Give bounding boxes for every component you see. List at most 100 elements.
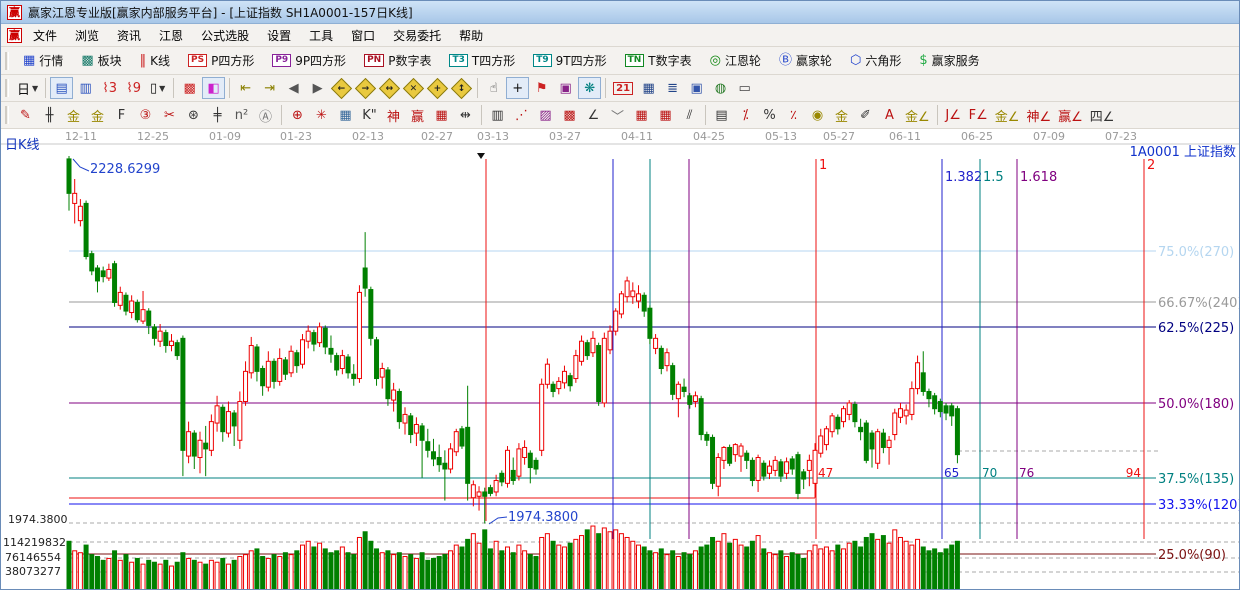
shen-angle-icon[interactable]: 神∠: [1023, 104, 1054, 126]
red-grid2-icon[interactable]: ▦: [654, 104, 677, 126]
gold-angle-icon[interactable]: 金∠: [992, 104, 1023, 126]
candle-style-selector[interactable]: ▯▼: [146, 77, 169, 99]
hand-tool-icon[interactable]: ☝: [482, 77, 505, 99]
p-square-button[interactable]: PSP四方形: [180, 49, 262, 72]
pattern-icon[interactable]: ▩: [178, 77, 201, 99]
spiral3-icon[interactable]: ③: [134, 104, 157, 126]
knife-tool-icon[interactable]: ✎: [14, 104, 37, 126]
gold-angle2-icon[interactable]: 金∠: [902, 104, 933, 126]
menu-7[interactable]: 窗口: [342, 25, 384, 46]
prev-page-icon[interactable]: ◀: [282, 77, 305, 99]
gann-bars-icon[interactable]: ▤: [710, 104, 733, 126]
red-grid-icon[interactable]: ▦: [630, 104, 653, 126]
p-number-table-button[interactable]: PNP数字表: [356, 49, 439, 72]
printer-icon[interactable]: ▭: [733, 77, 756, 99]
grid-target-icon[interactable]: ▦: [334, 104, 357, 126]
boxplot-tool-icon[interactable]: ▥: [486, 104, 509, 126]
ying-angle-icon[interactable]: 赢∠: [1055, 104, 1086, 126]
x-box-icon[interactable]: ▩: [558, 104, 581, 126]
time-circle-icon[interactable]: ⊛: [182, 104, 205, 126]
next-page-icon[interactable]: ▶: [306, 77, 329, 99]
gann-box-tool-icon[interactable]: ▣: [554, 77, 577, 99]
color-histogram-icon[interactable]: ◧: [202, 77, 225, 99]
sectors-button[interactable]: ▩板块: [73, 49, 129, 72]
expand-all-icon[interactable]: +: [426, 77, 449, 99]
shrink-right-icon[interactable]: →: [354, 77, 377, 99]
hexagon-button[interactable]: ⬡六角形: [842, 49, 909, 72]
toolbar-grip[interactable]: [5, 79, 9, 97]
gold-circle-icon[interactable]: ◉: [806, 104, 829, 126]
menu-5[interactable]: 设置: [258, 25, 300, 46]
alarm-pencil-icon[interactable]: ✐: [854, 104, 877, 126]
menu-1[interactable]: 浏览: [66, 25, 108, 46]
first-page-icon[interactable]: ⇤: [234, 77, 257, 99]
t-number-table-button[interactable]: TNT数字表: [617, 49, 700, 72]
menu-2[interactable]: 资讯: [108, 25, 150, 46]
purple-fan-icon[interactable]: ▨: [534, 104, 557, 126]
fan-lines-icon[interactable]: ⋰: [510, 104, 533, 126]
bars9-icon[interactable]: ⌇9: [122, 77, 145, 99]
scale-tool-icon[interactable]: ╪: [206, 104, 229, 126]
parallel-lines-icon[interactable]: ⫽: [678, 104, 701, 126]
toolbar-grip[interactable]: [5, 106, 9, 124]
shrink-left-icon[interactable]: ←: [330, 77, 353, 99]
last-page-icon[interactable]: ⇥: [258, 77, 281, 99]
shen-ruler-icon[interactable]: 神: [382, 104, 405, 126]
calendar-icon[interactable]: 21: [610, 77, 636, 99]
knife-ruler-icon[interactable]: ✂: [158, 104, 181, 126]
calculator-icon[interactable]: ▦: [637, 77, 660, 99]
gold-ruler2-icon[interactable]: 金: [86, 104, 109, 126]
candle-style-selector-caret-icon: ▼: [159, 84, 165, 93]
window-layout-icon[interactable]: ▤: [50, 77, 73, 99]
zigzag-icon[interactable]: ﹀: [606, 104, 629, 126]
wheel-tool-icon[interactable]: ❋: [578, 77, 601, 99]
t-square-button[interactable]: T3T四方形: [441, 49, 523, 72]
menu-4[interactable]: 公式选股: [192, 25, 258, 46]
crosshair-tool-icon[interactable]: +: [506, 77, 529, 99]
quote-board-icon[interactable]: ▥: [74, 77, 97, 99]
gold-level-icon[interactable]: 金: [830, 104, 853, 126]
star-tool-icon[interactable]: ✳: [310, 104, 333, 126]
flag-tool-icon[interactable]: ⚑: [530, 77, 553, 99]
menu-9[interactable]: 帮助: [450, 25, 492, 46]
gold-ruler-icon[interactable]: 金: [62, 104, 85, 126]
gann-wheel-button[interactable]: ◎江恩轮: [702, 49, 769, 72]
menu-3[interactable]: 江恩: [150, 25, 192, 46]
winner-wheel-button[interactable]: Ⓑ赢家轮: [771, 49, 840, 72]
t9-square-button[interactable]: T99T四方形: [525, 49, 614, 72]
restore-zoom-icon[interactable]: ✕: [402, 77, 425, 99]
web-icon[interactable]: ◍: [709, 77, 732, 99]
f-ruler-icon[interactable]: F: [110, 104, 133, 126]
save-icon[interactable]: ▣: [685, 77, 708, 99]
period-day-selector[interactable]: 日▼: [14, 77, 41, 99]
expand-h-icon[interactable]: ↔: [378, 77, 401, 99]
mirror-tool-icon[interactable]: Ⓐ: [254, 104, 277, 126]
p9-square-button[interactable]: P99P四方形: [264, 49, 354, 72]
menu-0[interactable]: 文件: [24, 25, 66, 46]
ying-ruler-icon[interactable]: 赢: [406, 104, 429, 126]
percent-icon[interactable]: %: [758, 104, 781, 126]
percent-level-icon[interactable]: ٪: [782, 104, 805, 126]
target-tool-icon[interactable]: ⊕: [286, 104, 309, 126]
toolbar-grip[interactable]: [5, 52, 9, 70]
j-angle-icon[interactable]: J∠: [942, 104, 965, 126]
menu-6[interactable]: 工具: [300, 25, 342, 46]
f-angle-icon[interactable]: F∠: [966, 104, 991, 126]
ruler-tool-icon[interactable]: ╫: [38, 104, 61, 126]
grid123-icon[interactable]: ▦: [430, 104, 453, 126]
menu-8[interactable]: 交易委托: [384, 25, 450, 46]
n2-tool-icon[interactable]: n²: [230, 104, 253, 126]
kline-button[interactable]: ‖K线: [132, 49, 178, 72]
a-channel-icon[interactable]: A: [878, 104, 901, 126]
notepad-icon[interactable]: ≣: [661, 77, 684, 99]
expand-v-icon[interactable]: ↕: [450, 77, 473, 99]
percent-line-icon[interactable]: ⁒: [734, 104, 757, 126]
width-tool-icon[interactable]: ⇹: [454, 104, 477, 126]
bars3-icon[interactable]: ⌇3: [98, 77, 121, 99]
angle-line-icon[interactable]: ∠: [582, 104, 605, 126]
quotes-button[interactable]: ▦行情: [15, 49, 71, 72]
si-angle-icon[interactable]: 四∠: [1087, 104, 1118, 126]
k2-tool-icon[interactable]: K": [358, 104, 381, 126]
kline-chart[interactable]: 1471.382651.5701.6187629475.0%(270)66.67…: [1, 129, 1239, 589]
winner-service-button[interactable]: $赢家服务: [911, 49, 987, 72]
